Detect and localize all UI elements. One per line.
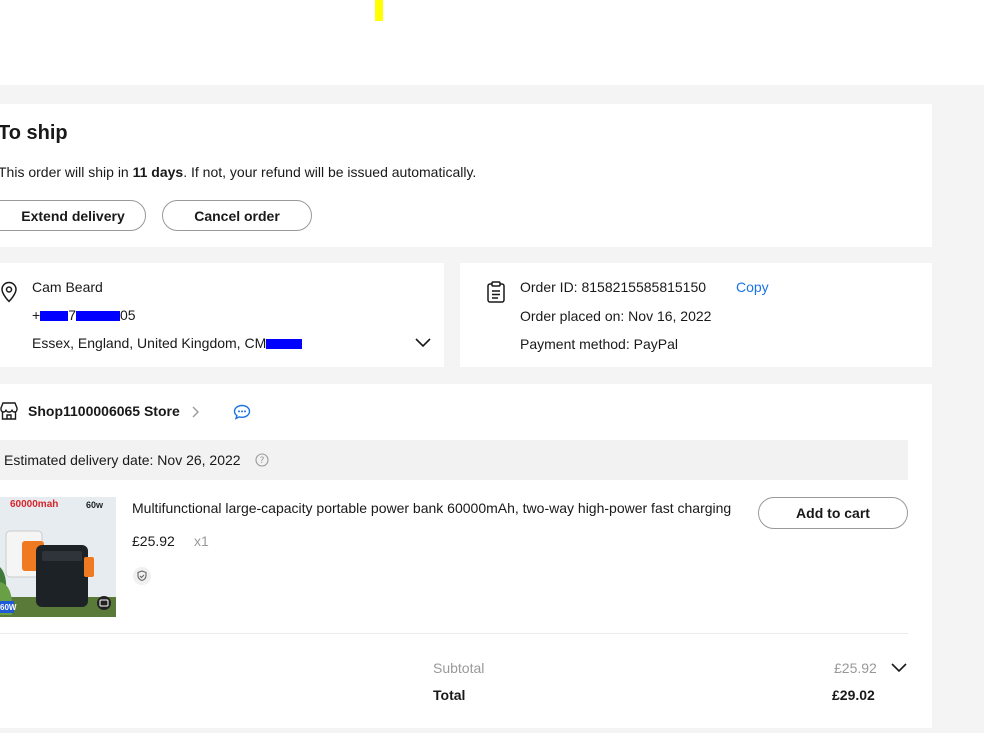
image-badge: 60w <box>86 500 104 510</box>
total-value: £29.02 <box>832 687 875 703</box>
chevron-down-icon[interactable] <box>890 662 908 674</box>
estimated-delivery: Estimated delivery date: Nov 26, 2022 <box>4 452 241 468</box>
product-price: £25.92 <box>132 533 175 549</box>
image-headline: 60000mah <box>10 499 59 510</box>
add-to-cart-button[interactable]: Add to cart <box>758 497 908 529</box>
copy-order-id-link[interactable]: Copy <box>736 279 769 295</box>
status-note-suffix: . If not, your refund will be issued aut… <box>183 164 477 180</box>
order-id: Order ID: 8158215585815150 <box>520 279 707 295</box>
product-quantity: x1 <box>194 533 209 549</box>
top-bar <box>0 0 984 85</box>
help-icon[interactable]: ? <box>255 453 269 467</box>
store-icon[interactable] <box>0 402 18 420</box>
product-title-link[interactable]: Multifunctional large-capacity portable … <box>132 500 732 516</box>
extend-delivery-button[interactable]: Extend delivery <box>0 200 146 231</box>
chevron-down-icon[interactable] <box>414 337 432 349</box>
status-note-days: 11 days <box>132 164 184 180</box>
status-note: This order will ship in 11 days. If not,… <box>0 164 476 180</box>
order-items-card <box>0 384 932 728</box>
svg-text:?: ? <box>260 456 265 466</box>
clipboard-icon <box>487 281 505 303</box>
shield-icon <box>133 567 151 585</box>
payment-method: Payment method: PayPal <box>520 336 678 352</box>
redaction-block <box>266 339 303 350</box>
divider <box>0 633 908 634</box>
image-corner-label: 60W <box>0 603 17 612</box>
order-placed-date: Order placed on: Nov 16, 2022 <box>520 308 712 324</box>
total-label: Total <box>433 687 466 703</box>
phone-start: + <box>32 307 41 323</box>
location-pin-icon <box>1 281 17 303</box>
highlight-mark <box>375 0 383 21</box>
product-image[interactable]: 60000mah 60w 60W <box>0 497 116 617</box>
store-name-link[interactable]: Shop1100006065 Store <box>28 403 180 419</box>
subtotal-label: Subtotal <box>433 660 485 676</box>
phone-mid: 7 <box>68 307 76 323</box>
cancel-order-button[interactable]: Cancel order <box>162 200 312 231</box>
recipient-location: Essex, England, United Kingdom, CM <box>32 335 303 351</box>
recipient-phone: +7 05 <box>32 307 136 323</box>
chevron-right-icon[interactable] <box>191 405 201 419</box>
subtotal-value: £25.92 <box>834 660 877 676</box>
phone-end: 05 <box>119 307 136 323</box>
redaction-block <box>75 311 120 322</box>
status-title: To ship <box>0 122 68 144</box>
redaction-block <box>40 311 69 322</box>
recipient-name: Cam Beard <box>32 279 103 295</box>
chat-icon[interactable] <box>233 404 251 420</box>
status-note-prefix: This order will ship in <box>0 164 133 180</box>
location-text: Essex, England, United Kingdom, CM <box>32 335 267 351</box>
